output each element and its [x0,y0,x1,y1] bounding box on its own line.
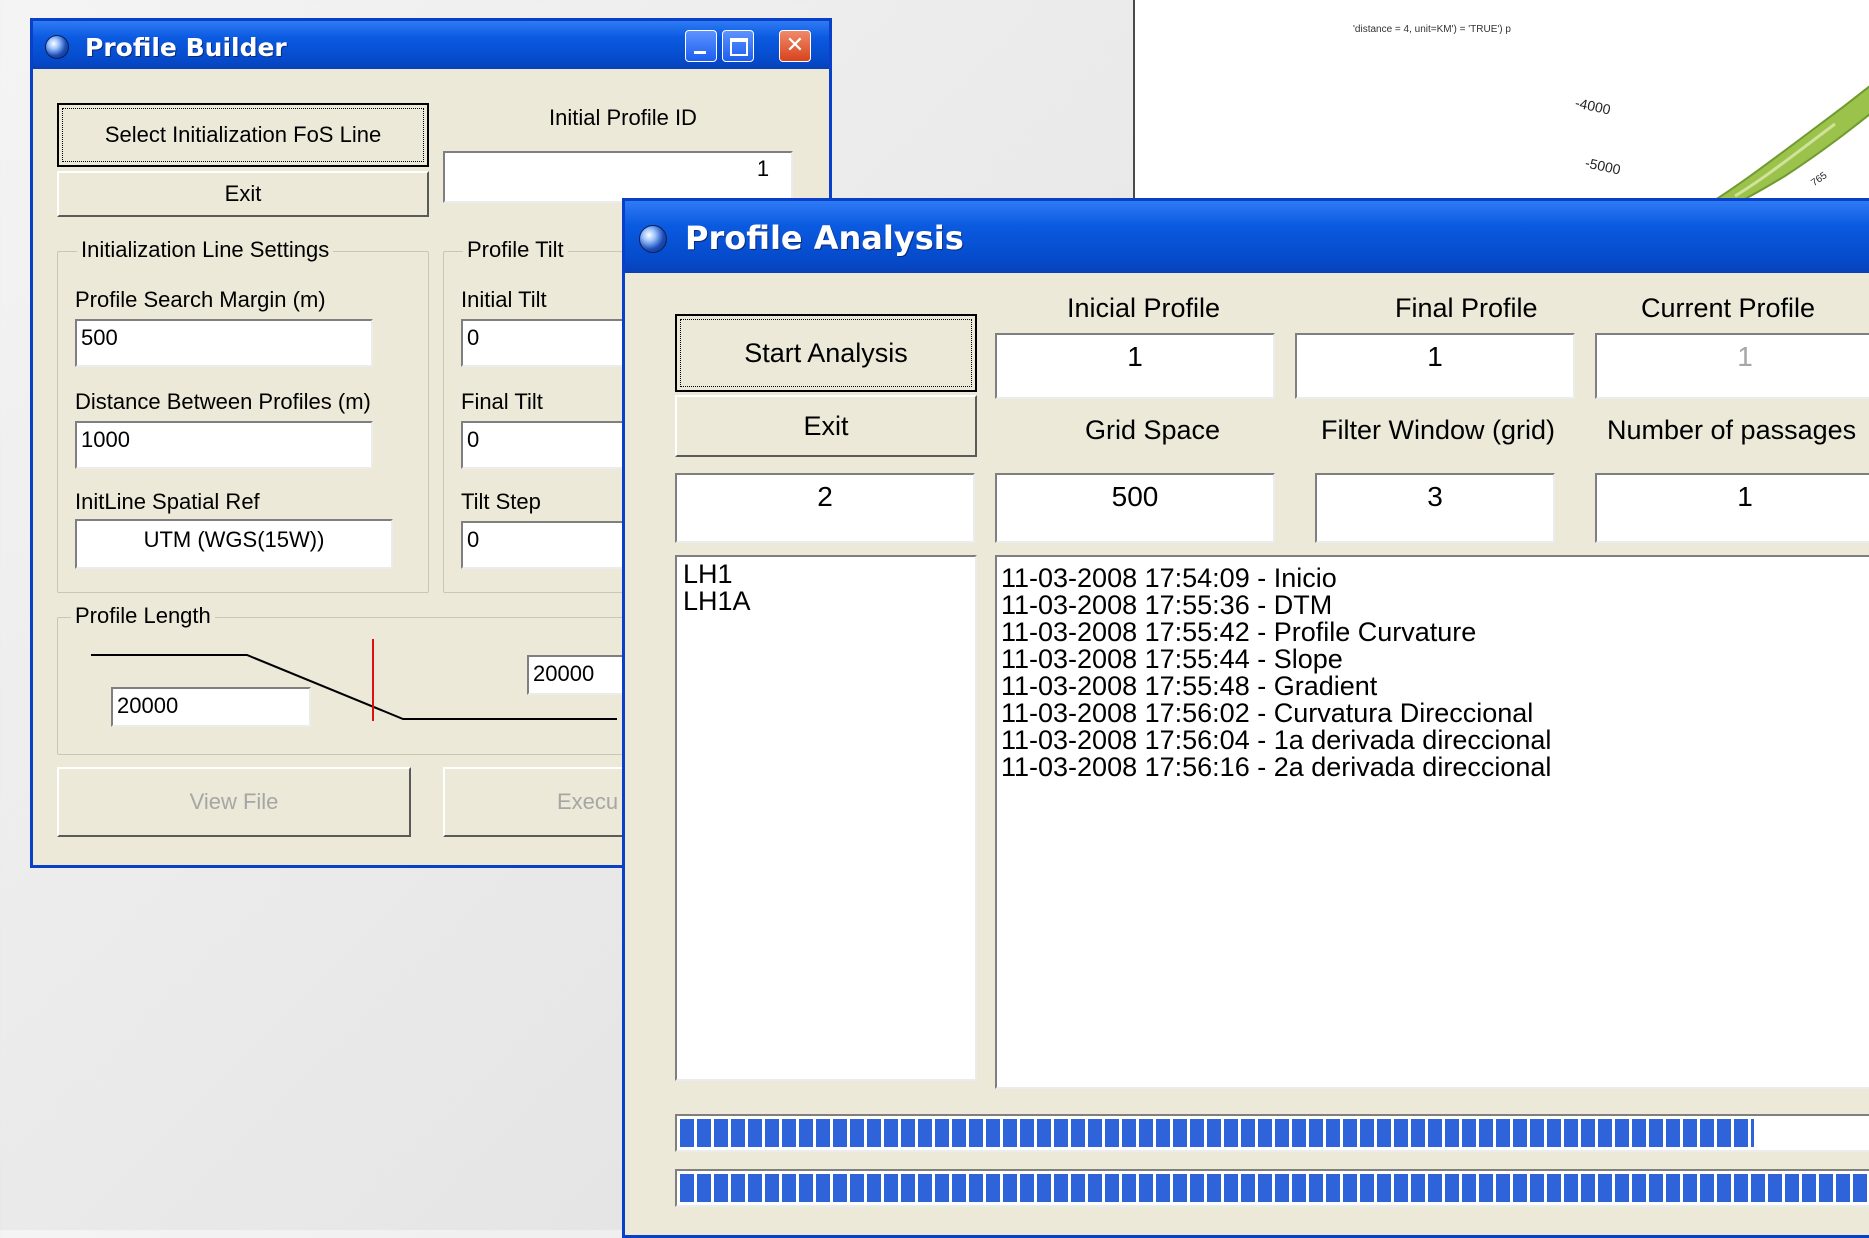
init-line-settings-legend: Initialization Line Settings [77,237,334,263]
final-tilt-label: Final Tilt [461,389,543,414]
progress-bar-profile [675,1114,1869,1152]
grid-space-label: Grid Space [1085,415,1221,445]
log-line: 11-03-2008 17:55:44 - Slope [1001,644,1343,674]
list-item[interactable]: LH1A [683,588,969,615]
progress-fill [680,1174,1869,1202]
spatial-ref-label: InitLine Spatial Ref [75,489,260,514]
grid-space-field[interactable]: 500 [995,473,1275,543]
select-init-fos-line-button[interactable]: Select Initialization FoS Line [57,103,429,167]
search-margin-field[interactable]: 500 [75,319,373,367]
globe-icon [639,225,667,253]
window-title: Profile Analysis [685,219,964,257]
profile-tilt-legend: Profile Tilt [463,237,568,263]
final-profile-label: Final Profile [1395,293,1538,323]
log-line: 11-03-2008 17:56:16 - 2a derivada direcc… [1001,752,1552,782]
log-line: 11-03-2008 17:55:48 - Gradient [1001,671,1378,701]
initial-profile-id-field[interactable]: 1 [443,151,793,203]
distance-between-profiles-field[interactable]: 1000 [75,421,373,469]
inicial-profile-label: Inicial Profile [1067,293,1221,323]
tilt-step-label: Tilt Step [461,489,541,514]
profile-list[interactable]: LH1 LH1A [675,555,977,1081]
log-line: 11-03-2008 17:55:42 - Profile Curvature [1001,617,1477,647]
start-analysis-button[interactable]: Start Analysis [675,314,977,392]
progress-fill [680,1119,1754,1147]
profile-analysis-window: Profile Analysis Start Analysis Exit Ini… [622,198,1869,1238]
log-line: 11-03-2008 17:56:04 - 1a derivada direcc… [1001,725,1552,755]
current-profile-label: Current Profile [1641,293,1816,323]
log-line: 11-03-2008 17:54:09 - Inicio [1001,563,1337,593]
log-line: 11-03-2008 17:55:36 - DTM [1001,590,1333,620]
left-value-field[interactable]: 2 [675,473,975,543]
analysis-log[interactable]: 11-03-2008 17:54:09 - Inicio 11-03-2008 … [995,555,1869,1089]
filter-window-label: Filter Window (grid) [1321,415,1556,445]
close-icon[interactable]: ✕ [779,30,811,62]
current-profile-field: 1 [1595,333,1869,399]
inicial-profile-field[interactable]: 1 [995,333,1275,399]
progress-bar-total [675,1169,1869,1207]
initial-tilt-label: Initial Tilt [461,287,547,312]
exit-button[interactable]: Exit [675,395,977,457]
number-of-passages-label: Number of passages [1607,415,1857,445]
profile-analysis-titlebar[interactable]: Profile Analysis [625,201,1869,273]
surface-ridge [1708,85,1869,212]
final-profile-field[interactable]: 1 [1295,333,1575,399]
distance-between-profiles-label: Distance Between Profiles (m) [75,389,371,414]
exit-button[interactable]: Exit [57,171,429,217]
number-of-passages-field[interactable]: 1 [1595,473,1869,543]
maximize-icon[interactable] [722,30,754,62]
filter-window-field[interactable]: 3 [1315,473,1555,543]
minimize-icon[interactable] [685,30,717,62]
window-title: Profile Builder [85,33,287,62]
list-item[interactable]: LH1 [683,561,969,588]
profile-length-left-field[interactable]: 20000 [111,687,311,727]
view-file-button[interactable]: View File [57,767,411,837]
spatial-ref-field[interactable]: UTM (WGS(15W)) [75,519,393,569]
log-line: 11-03-2008 17:56:02 - Curvatura Direccio… [1001,698,1534,728]
search-margin-label: Profile Search Margin (m) [75,287,326,312]
globe-icon [45,35,69,59]
initial-profile-id-label: Initial Profile ID [549,105,697,130]
profile-builder-titlebar[interactable]: Profile Builder ✕ [33,21,829,69]
